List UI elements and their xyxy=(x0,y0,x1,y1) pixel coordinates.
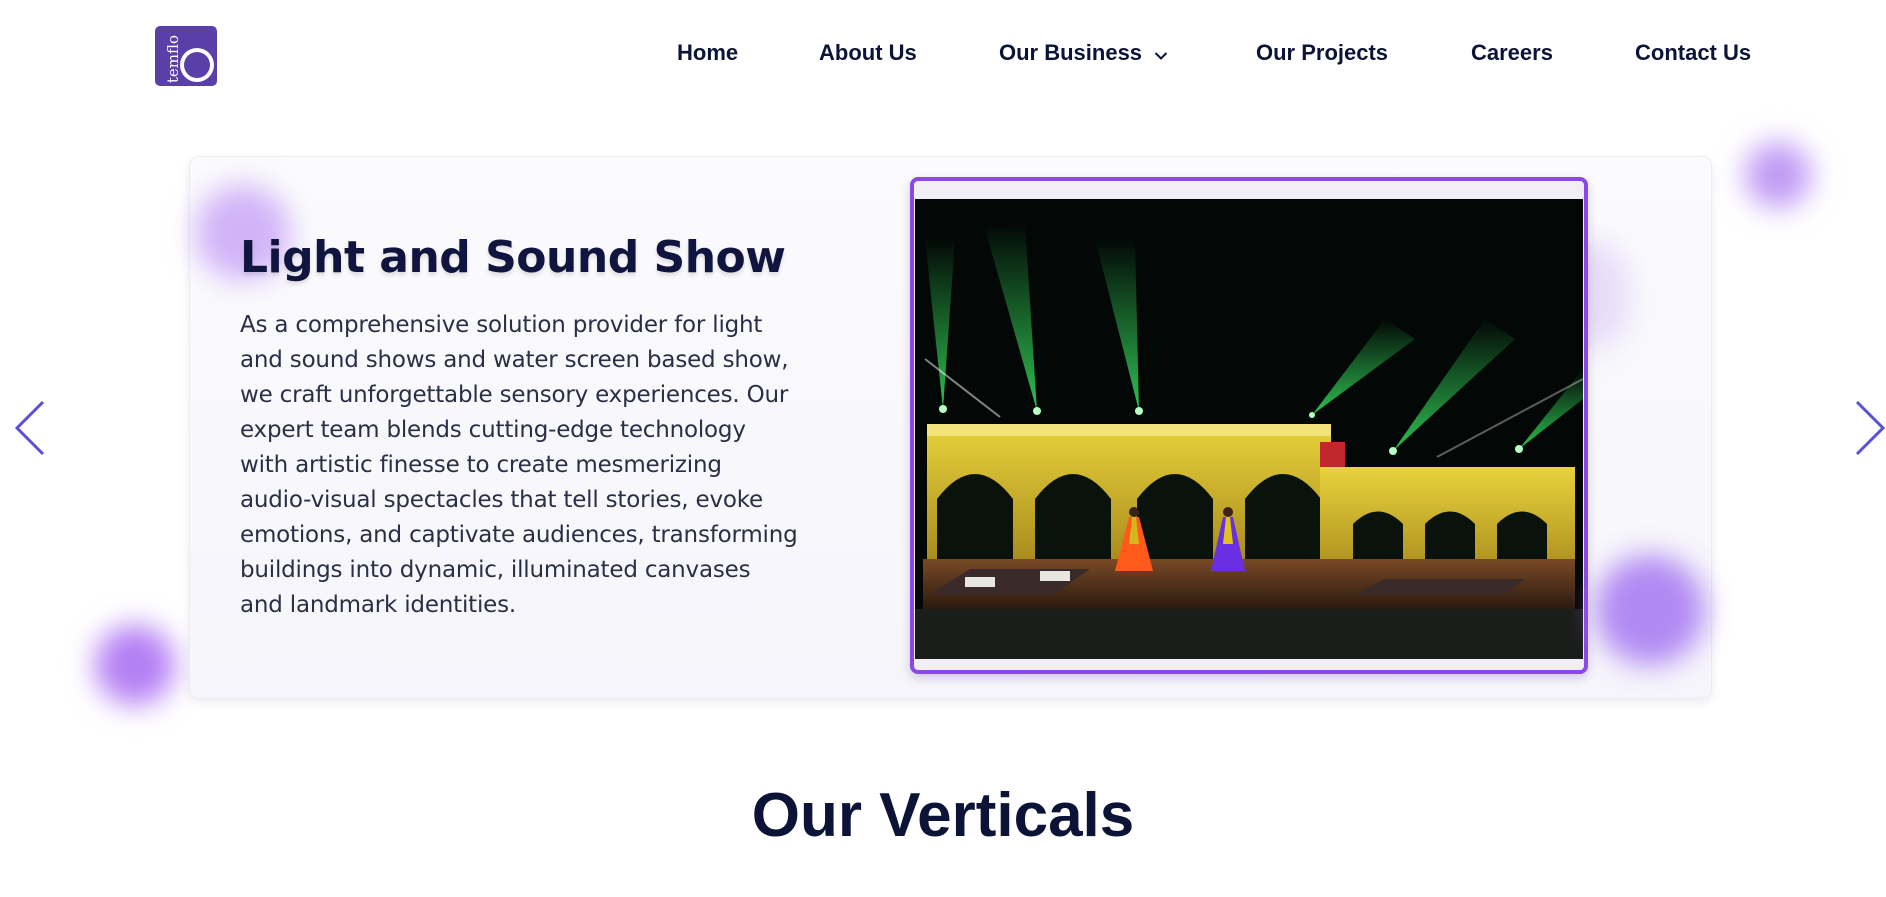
section-heading-our-verticals: Our Verticals xyxy=(751,781,1135,850)
nav-contact-us[interactable]: Contact Us xyxy=(1635,40,1751,66)
nav-our-projects[interactable]: Our Projects xyxy=(1256,40,1388,66)
carousel-prev-button[interactable] xyxy=(14,400,46,460)
decorative-blob xyxy=(1745,142,1811,208)
slide-image-frame xyxy=(910,177,1588,674)
nav-our-business[interactable]: Our Business xyxy=(999,40,1168,67)
chevron-right-icon xyxy=(1855,400,1886,456)
nav-home[interactable]: Home xyxy=(677,40,738,66)
logo-ring-shape xyxy=(180,48,214,82)
light-show-photo xyxy=(915,199,1583,659)
decorative-blob xyxy=(95,625,175,705)
slide-description: As a comprehensive solution provider for… xyxy=(240,312,798,618)
logo-text: temflo xyxy=(164,34,182,84)
temflo-logo[interactable]: temflo xyxy=(155,26,217,86)
nav-careers[interactable]: Careers xyxy=(1471,40,1553,66)
slide-title: Light and Sound Show xyxy=(240,232,786,283)
carousel-next-button[interactable] xyxy=(1854,400,1886,460)
nav-about-us[interactable]: About Us xyxy=(819,40,917,66)
chevron-left-icon xyxy=(14,400,45,456)
decorative-blob xyxy=(1595,555,1705,665)
nav-our-business-label: Our Business xyxy=(999,40,1143,65)
chevron-down-icon xyxy=(1154,41,1168,67)
